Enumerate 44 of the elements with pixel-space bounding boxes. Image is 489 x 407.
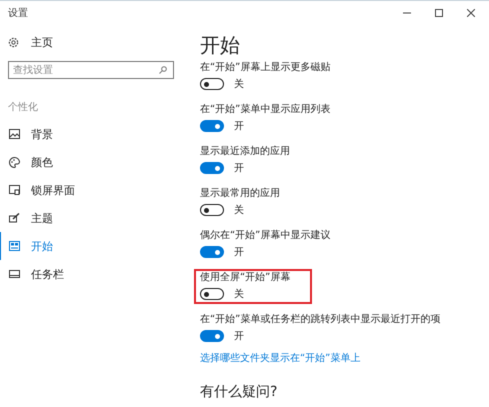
setting-label: 偶尔在“开始”屏幕中显示建议 [200, 230, 330, 242]
toggle-state: 关 [234, 78, 244, 91]
toggle-switch[interactable] [200, 120, 224, 132]
folders-link[interactable]: 选择哪些文件夹显示在“开始”菜单上 [200, 353, 360, 365]
toggle-switch[interactable] [200, 330, 224, 342]
toggle-state: 开 [234, 120, 244, 133]
maximize-icon[interactable] [435, 9, 443, 17]
toggle-state: 开 [234, 246, 244, 259]
brush-icon [9, 213, 20, 223]
nav-item[interactable]: 锁屏界面 [0, 176, 182, 204]
setting-label: 显示最常用的应用 [200, 188, 280, 200]
page-title: 开始 [200, 33, 241, 57]
setting-label: 使用全屏“开始”屏幕 [200, 272, 290, 284]
setting-label: 显示最近添加的应用 [200, 146, 290, 158]
taskbar-icon [9, 270, 20, 278]
picture-icon [9, 129, 20, 139]
close-icon[interactable] [467, 9, 475, 17]
toggle-state: 开 [234, 330, 244, 343]
setting-label: 在“开始”菜单中显示应用列表 [200, 104, 330, 116]
lock-screen-icon [9, 185, 20, 195]
toggle-switch[interactable] [200, 78, 224, 90]
question-heading: 有什么疑问? [200, 383, 278, 401]
toggle-switch[interactable] [200, 204, 224, 216]
toggle-switch[interactable] [200, 246, 224, 258]
toggle-state: 关 [234, 288, 244, 301]
nav-item[interactable]: 开始 [0, 232, 182, 260]
start-menu-icon [9, 241, 20, 251]
gear-icon [8, 37, 19, 48]
window-title: 设置 [8, 6, 28, 20]
section-heading: 个性化 [7, 100, 39, 114]
nav-item[interactable]: 颜色 [0, 148, 182, 176]
setting-label: 在“开始”菜单或任务栏的跳转列表中显示最近打开的项 [200, 314, 440, 326]
toggle-state: 开 [234, 162, 244, 175]
nav-item[interactable]: 背景 [0, 120, 182, 148]
nav-item[interactable]: 任务栏 [0, 260, 182, 288]
search-icon [159, 66, 167, 74]
palette-icon [9, 156, 20, 168]
toggle-state: 关 [234, 204, 244, 217]
toggle-switch[interactable] [200, 162, 224, 174]
search-field[interactable]: 查找设置 [8, 61, 174, 79]
nav-item[interactable]: 主题 [0, 204, 182, 232]
home-link[interactable]: 主页 [31, 35, 53, 50]
setting-label: 在“开始”屏幕上显示更多磁贴 [200, 62, 330, 74]
toggle-switch[interactable] [200, 288, 224, 300]
